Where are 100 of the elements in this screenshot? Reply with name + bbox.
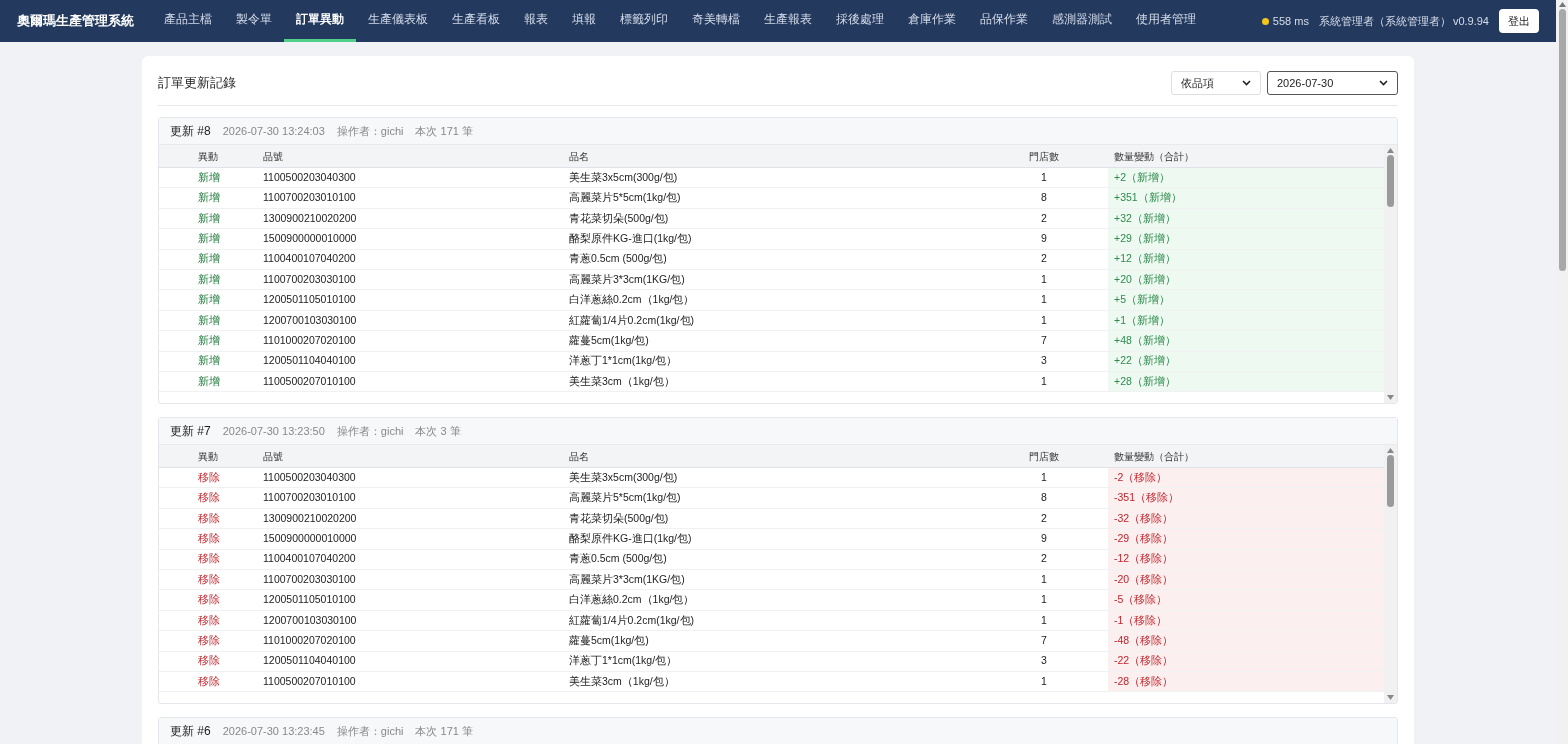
update-count: 本次 171 筆: [415, 123, 473, 139]
store-count: 9: [1040, 531, 1048, 546]
scrollbar-thumb[interactable]: [1558, 9, 1566, 271]
item-name: 高麗菜片3*3cm(1KG/包): [568, 571, 686, 587]
scrollbar-thumb[interactable]: [1387, 155, 1394, 207]
page-title: 訂單更新記錄: [158, 74, 236, 93]
scroll-up-icon[interactable]: [1387, 148, 1394, 153]
version-text: v0.9.94: [1452, 13, 1489, 29]
item-code: 1100500203040300: [262, 469, 357, 485]
scroll-up-icon[interactable]: [1387, 448, 1394, 453]
nav-tab[interactable]: 奇美轉檔: [680, 0, 752, 42]
item-name: 美生菜3cm（1kg/包）: [568, 673, 676, 689]
change-type: 移除: [197, 551, 221, 567]
item-name: 白洋蔥絲0.2cm（1kg/包）: [568, 292, 696, 308]
scroll-up-icon[interactable]: [1558, 2, 1566, 7]
item-code: 1100500207010100: [262, 673, 357, 689]
scroll-down-icon[interactable]: [1387, 395, 1394, 400]
item-code: 1200700103030100: [262, 612, 358, 628]
quantity-change: -351（移除）: [1108, 488, 1384, 508]
quantity-change: -29（移除）: [1108, 529, 1384, 549]
store-count: 9: [1040, 231, 1048, 246]
store-count: 1: [1040, 292, 1048, 308]
column-header: 門店數: [1028, 149, 1060, 164]
quantity-change: +28（新增）: [1108, 371, 1384, 392]
nav-tab[interactable]: 使用者管理: [1124, 0, 1208, 42]
scrollbar[interactable]: [1384, 445, 1397, 703]
store-count: 1: [1040, 571, 1048, 587]
nav-tab[interactable]: 倉庫作業: [896, 0, 968, 42]
item-name: 酪梨原件KG-進口(1kg/包): [568, 231, 693, 246]
change-type: 新增: [197, 353, 221, 369]
item-name: 酪梨原件KG-進口(1kg/包): [568, 531, 693, 546]
nav-tab[interactable]: 生產看板: [440, 0, 512, 42]
nav-tab[interactable]: 品保作業: [968, 0, 1040, 42]
change-type: 移除: [197, 632, 221, 648]
item-code: 1100500203040300: [262, 169, 357, 185]
item-name: 青花菜切朵(500g/包): [568, 210, 670, 226]
item-code: 1101000207020100: [262, 332, 357, 348]
item-code: 1100700203030100: [262, 571, 357, 587]
change-type: 移除: [197, 531, 221, 546]
nav-tab[interactable]: 標籤列印: [608, 0, 680, 42]
dropdown-select[interactable]: 依品項: [1171, 71, 1261, 95]
nav-tab[interactable]: 製令單: [224, 0, 284, 42]
nav-tab[interactable]: 訂單異動: [284, 0, 356, 42]
app-title: 奧爾瑪生產管理系統: [17, 12, 134, 31]
store-count: 1: [1040, 469, 1048, 485]
item-code: 1300900210020200: [262, 510, 358, 526]
page-scrollbar[interactable]: [1556, 0, 1568, 744]
nav-tab[interactable]: 生產儀表板: [356, 0, 440, 42]
nav-tab[interactable]: 感測器測試: [1040, 0, 1124, 42]
quantity-change: -22（移除）: [1108, 651, 1384, 671]
item-code: 1100700203030100: [262, 271, 357, 287]
item-name: 美生菜3x5cm(300g/包): [568, 169, 679, 185]
item-code: 1200700103030100: [262, 312, 358, 328]
quantity-change: -20（移除）: [1108, 569, 1384, 590]
item-name: 美生菜3x5cm(300g/包): [568, 469, 679, 485]
chevron-down-icon: [1242, 80, 1251, 86]
change-type: 移除: [197, 571, 221, 587]
dropdown-select[interactable]: 2026-07-30: [1267, 71, 1398, 95]
quantity-change: +22（新增）: [1108, 351, 1384, 371]
scrollbar[interactable]: [1384, 145, 1397, 403]
item-name: 高麗菜片5*5cm(1kg/包): [568, 190, 682, 206]
change-type: 新增: [197, 231, 221, 246]
item-name: 青蔥0.5cm (500g/包): [568, 251, 668, 267]
store-count: 1: [1040, 271, 1048, 287]
scroll-down-icon[interactable]: [1387, 695, 1394, 700]
item-code: 1200501105010100: [262, 592, 357, 608]
store-count: 1: [1040, 373, 1048, 389]
item-name: 紅蘿蔔1/4片0.2cm(1kg/包): [568, 612, 696, 628]
item-code: 1500900000010000: [262, 231, 358, 246]
nav-tab[interactable]: 生產報表: [752, 0, 824, 42]
quantity-change: -5（移除）: [1108, 590, 1384, 610]
store-count: 2: [1040, 251, 1048, 267]
column-header: 品號: [262, 149, 284, 164]
item-name: 青蔥0.5cm (500g/包): [568, 551, 668, 567]
update-title: 更新 #8: [170, 123, 211, 140]
item-code: 1100700203010100: [262, 490, 357, 506]
item-code: 1500900000010000: [262, 531, 358, 546]
scrollbar-thumb[interactable]: [1387, 455, 1394, 507]
item-name: 高麗菜片3*3cm(1KG/包): [568, 271, 686, 287]
quantity-change: +20（新增）: [1108, 269, 1384, 290]
logout-button[interactable]: 登出: [1499, 8, 1539, 34]
update-operator: 操作者：gichi: [336, 723, 404, 739]
quantity-change: -12（移除）: [1108, 549, 1384, 569]
nav-tab[interactable]: 產品主檔: [152, 0, 224, 42]
quantity-change: -1（移除）: [1108, 610, 1384, 631]
nav-tab[interactable]: 填報: [560, 0, 608, 42]
item-name: 蘿蔓5cm(1kg/包): [568, 332, 650, 348]
item-code: 1200501105010100: [262, 292, 357, 308]
change-type: 新增: [197, 332, 221, 348]
change-type: 移除: [197, 653, 221, 669]
change-type: 移除: [197, 510, 221, 526]
column-header: 門店數: [1028, 449, 1060, 464]
change-type: 新增: [197, 169, 221, 185]
change-type: 新增: [197, 251, 221, 267]
quantity-change: +12（新增）: [1108, 249, 1384, 269]
update-operator: 操作者：gichi: [336, 123, 404, 139]
nav-tab[interactable]: 報表: [512, 0, 560, 42]
item-name: 洋蔥丁1*1cm(1kg/包）: [568, 653, 679, 669]
quantity-change: -28（移除）: [1108, 671, 1384, 692]
nav-tab[interactable]: 採後處理: [824, 0, 896, 42]
